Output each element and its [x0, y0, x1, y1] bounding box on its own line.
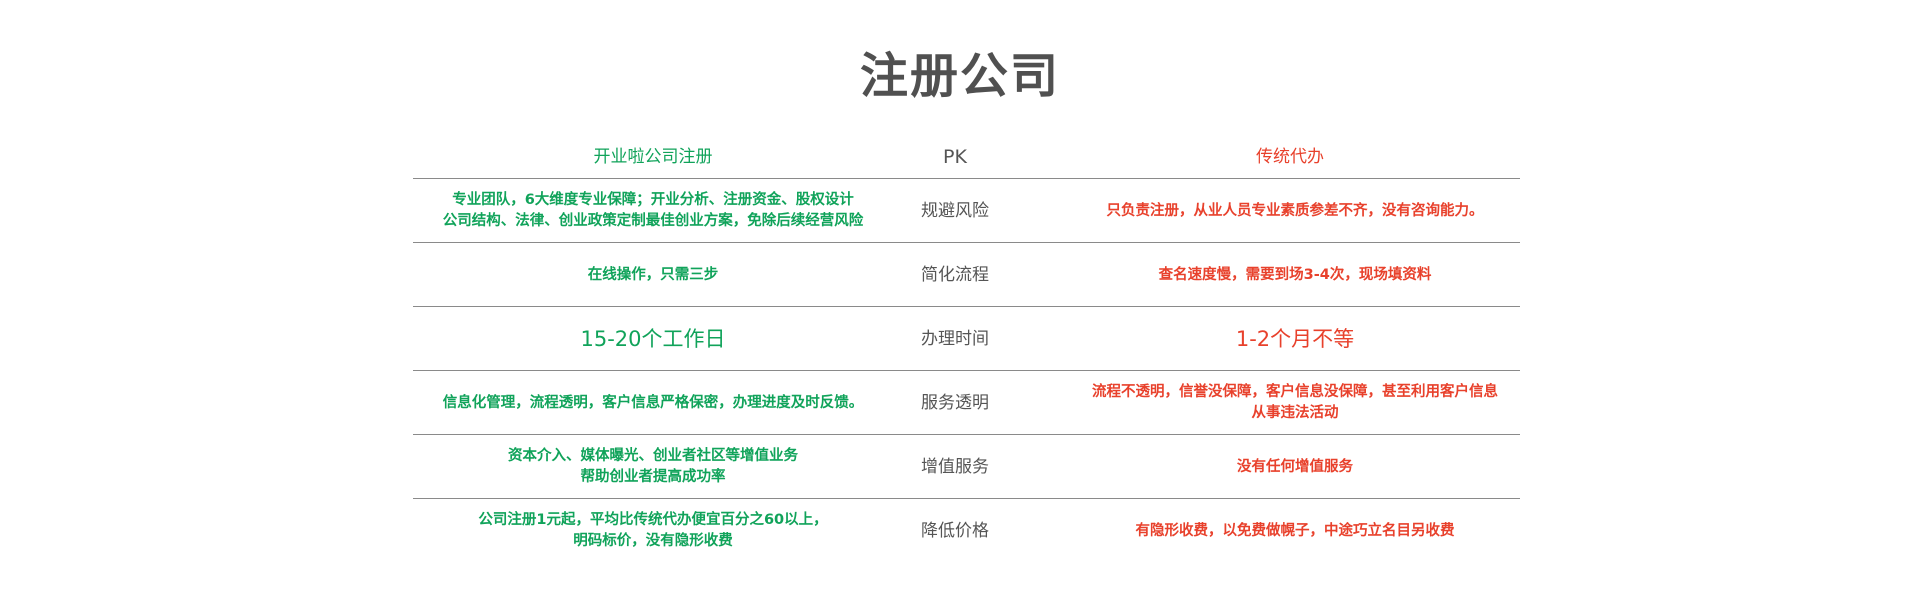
row-right-text: 没有任何增值服务	[1237, 458, 1353, 475]
table-row-process: 在线操作，只需三步 简化流程 查名速度慢，需要到场3-4次，现场填资料	[413, 242, 1520, 306]
row-right-text: 流程不透明，信誉没保障，客户信息没保障，甚至利用客户信息 从事违法活动	[1092, 384, 1498, 421]
row-right-text: 查名速度慢，需要到场3-4次，现场填资料	[1158, 266, 1432, 283]
row-category: 降低价格	[921, 520, 989, 541]
row-category: 简化流程	[921, 264, 989, 285]
row-left-text: 资本介入、媒体曝光、创业者社区等增值业务 帮助创业者提高成功率	[508, 448, 798, 485]
table-row-value-added: 资本介入、媒体曝光、创业者社区等增值业务 帮助创业者提高成功率 增值服务 没有任…	[413, 434, 1520, 498]
row-right-text: 1-2个月不等	[1235, 326, 1355, 351]
row-left-text: 专业团队，6大维度专业保障；开业分析、注册资金、股权设计 公司结构、法律、创业政…	[442, 192, 864, 229]
table-row-price: 公司注册1元起，平均比传统代办便宜百分之60以上， 明码标价，没有隐形收费 降低…	[413, 498, 1520, 562]
row-category: 增值服务	[921, 456, 989, 477]
row-category: 规避风险	[921, 200, 989, 221]
table-row-risk: 专业团队，6大维度专业保障；开业分析、注册资金、股权设计 公司结构、法律、创业政…	[413, 178, 1520, 242]
page-title: 注册公司	[859, 48, 1060, 104]
table-row-transparency: 信息化管理，流程透明，客户信息严格保密，办理进度及时反馈。 服务透明 流程不透明…	[413, 370, 1520, 434]
header-pk: PK	[943, 146, 967, 168]
row-right-text: 有隐形收费，以免费做幌子，中途巧立名目另收费	[1135, 522, 1455, 539]
row-left-text: 公司注册1元起，平均比传统代办便宜百分之60以上， 明码标价，没有隐形收费	[478, 512, 828, 549]
row-category: 服务透明	[921, 392, 989, 413]
header-kaiyela: 开业啦公司注册	[593, 147, 713, 167]
row-left-text: 信息化管理，流程透明，客户信息严格保密，办理进度及时反馈。	[442, 394, 864, 411]
row-right-text: 只负责注册，从业人员专业素质参差不齐，没有咨询能力。	[1106, 202, 1484, 219]
row-left-text: 在线操作，只需三步	[587, 266, 719, 283]
row-left-text: 15-20个工作日	[580, 326, 726, 351]
comparison-table: 专业团队，6大维度专业保障；开业分析、注册资金、股权设计 公司结构、法律、创业政…	[413, 178, 1520, 562]
table-row-time: 15-20个工作日 办理时间 1-2个月不等	[413, 306, 1520, 370]
header-traditional: 传统代办	[1256, 147, 1324, 167]
row-category: 办理时间	[921, 328, 989, 349]
